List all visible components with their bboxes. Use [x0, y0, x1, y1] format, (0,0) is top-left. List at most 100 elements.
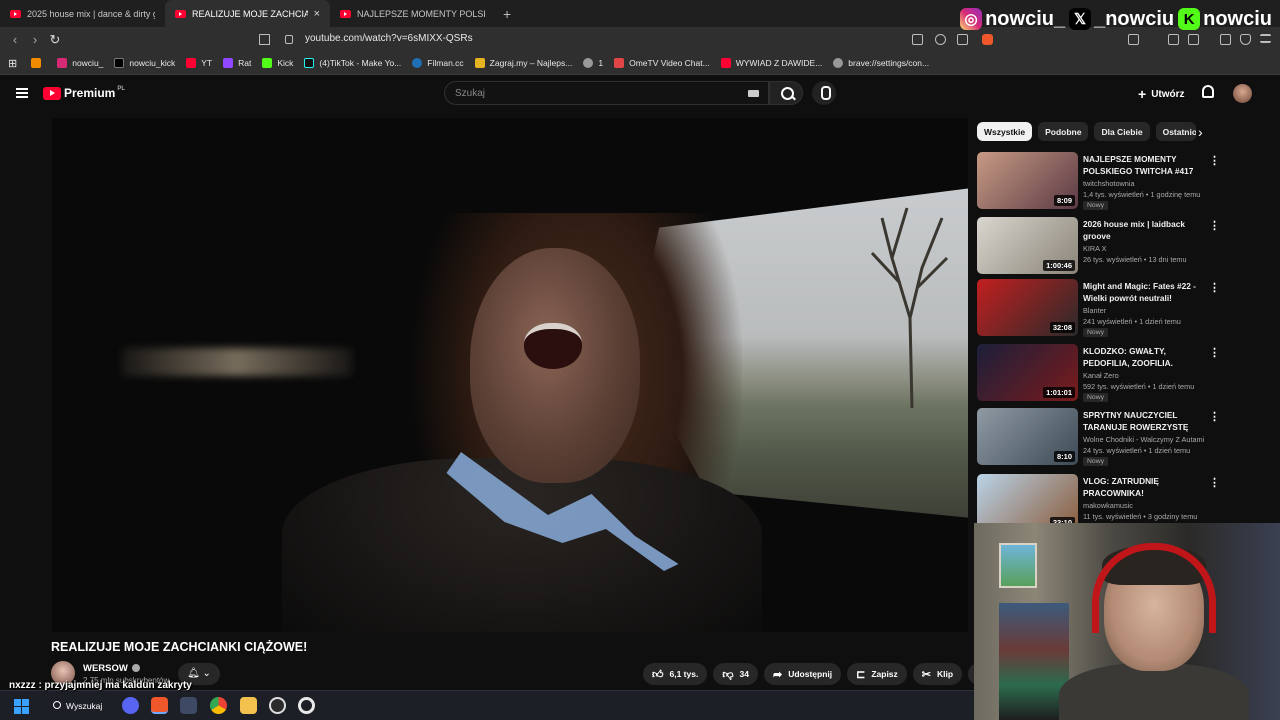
voice-search-icon[interactable] [812, 81, 836, 105]
video-thumbnail[interactable]: 1:01:01 [977, 344, 1078, 401]
cast-icon[interactable] [912, 34, 923, 45]
video-title: REALIZUJE MOJE ZACHCIANKI CIĄŻOWE! [51, 640, 308, 654]
bookmark-item[interactable]: nowciu_ [57, 58, 103, 68]
recommendation-title[interactable]: Might and Magic: Fates #22 - Wielki powr… [1083, 280, 1207, 304]
more-options-icon[interactable]: ⋮ [1209, 281, 1220, 294]
bookmark-item[interactable]: 1 [583, 58, 603, 68]
browser-tab-3[interactable]: NAJLEPSZE MOMENTY POLSKIEGO T [330, 0, 495, 27]
app-ring-icon[interactable] [298, 697, 315, 714]
chip-for-you[interactable]: Dla Ciebie [1094, 122, 1150, 141]
bookmark-item[interactable]: nowciu_kick [114, 58, 175, 68]
chip-all[interactable]: Wszystkie [977, 122, 1033, 141]
zoom-icon[interactable] [935, 34, 946, 45]
browser-tab-1[interactable]: 2025 house mix | dance & dirty g [0, 0, 165, 27]
more-options-icon[interactable]: ⋮ [1209, 154, 1220, 167]
discord-icon[interactable] [122, 697, 139, 714]
obs-icon[interactable] [269, 697, 286, 714]
bookmark-item[interactable]: brave://settings/con... [833, 58, 929, 68]
recommendation-item[interactable]: 1:01:01 KLODZKO: GWAŁTY, PEDOFILIA, ZOOFI… [977, 344, 1220, 402]
file-explorer-icon[interactable] [240, 697, 257, 714]
more-options-icon[interactable]: ⋮ [1209, 219, 1220, 232]
more-options-icon[interactable]: ⋮ [1209, 410, 1220, 423]
recommendation-title[interactable]: VLOG: ZATRUDNIĘ PRACOWNIKA! [1083, 475, 1207, 499]
chip-related[interactable]: Podobne [1038, 122, 1089, 141]
bookmark-item[interactable]: Rat [223, 58, 251, 68]
webcam-wall-picture [999, 543, 1037, 588]
sidebar-icon[interactable] [1188, 34, 1199, 45]
channel-name[interactable]: WERSOW [83, 663, 140, 674]
hamburger-menu-icon[interactable] [16, 88, 28, 98]
recommendation-channel[interactable]: Wolne Chodniki - Walczymy Z Autami [1083, 435, 1204, 444]
bookmark-label: Kick [277, 58, 294, 68]
bookmark-item[interactable]: OmeTV Video Chat... [614, 58, 710, 68]
bookmark-item[interactable] [31, 58, 46, 68]
account-avatar[interactable] [1233, 84, 1252, 103]
music-icon[interactable] [1220, 34, 1231, 45]
site-info-icon[interactable] [285, 35, 293, 44]
bookmark-item[interactable]: Zagraj.my – Najleps... [474, 58, 572, 68]
windows-start-icon[interactable] [14, 699, 29, 714]
bookmark-item[interactable]: WYWIAD Z DAWIDE... [720, 58, 822, 68]
bookmark-item[interactable]: (4)TikTok - Make Yo... [304, 58, 401, 68]
recommendation-title[interactable]: KLODZKO: GWAŁTY, PEDOFILIA, ZOOFILIA. WS… [1083, 345, 1207, 369]
share-button[interactable]: ➦ Udostępnij [763, 663, 842, 685]
save-button[interactable]: ⊏ Zapisz [847, 663, 907, 685]
recommendation-channel[interactable]: makowkamusic [1083, 501, 1133, 510]
recommendation-item[interactable]: 8:09 NAJLEPSZE MOMENTY POLSKIEGO TWITCHA … [977, 152, 1220, 210]
chip-recent[interactable]: Ostatnio [1155, 122, 1196, 141]
youtube-logo[interactable]: Premium PL [43, 86, 125, 100]
recommendation-title[interactable]: SPRYTNY NAUCZYCIEL TARANUJE ROWERZYSTĘ P… [1083, 409, 1207, 433]
recommendation-channel[interactable]: twitchshotownia [1083, 179, 1135, 188]
address-bar[interactable]: youtube.com/watch?v=6sMIXX-QSRs [305, 33, 473, 44]
recommendation-item[interactable]: 1:00:46 2026 house mix | laidback groove K… [977, 217, 1220, 275]
menu-icon[interactable] [1260, 34, 1271, 43]
recommendation-item[interactable]: 32:08 Might and Magic: Fates #22 - Wielki… [977, 279, 1220, 337]
recommendation-channel[interactable]: Kanał Zero [1083, 371, 1119, 380]
recommendation-title[interactable]: 2026 house mix | laidback groove [1083, 218, 1207, 242]
bookmark-label: Filman.cc [427, 58, 464, 68]
reload-icon[interactable]: ↻ [45, 32, 65, 48]
search-input[interactable]: Szukaj [444, 81, 769, 105]
clip-button[interactable]: ✂ Klip [912, 663, 963, 685]
browser-tab-2[interactable]: REALIZUJE MOJE ZACHCIANKI × [165, 0, 330, 27]
keyboard-icon[interactable] [748, 90, 759, 97]
back-icon[interactable]: ‹ [5, 32, 25, 47]
brave-icon[interactable] [151, 697, 168, 714]
video-thumbnail[interactable]: 1:00:46 [977, 217, 1078, 274]
more-options-icon[interactable]: ⋮ [1209, 476, 1220, 489]
chrome-icon[interactable] [210, 697, 227, 714]
puzzle-icon[interactable] [1168, 34, 1179, 45]
create-button[interactable]: + Utwórz [1138, 86, 1185, 102]
extension-icon[interactable] [1128, 34, 1139, 45]
vpn-icon[interactable] [1240, 34, 1251, 45]
forward-icon[interactable]: › [25, 32, 45, 47]
video-thumbnail[interactable]: 8:09 [977, 152, 1078, 209]
recommendation-title[interactable]: NAJLEPSZE MOMENTY POLSKIEGO TWITCHA #417 [1083, 153, 1207, 177]
close-tab-icon[interactable]: × [314, 8, 320, 20]
bookmark-item[interactable]: YT [186, 58, 212, 68]
recommendation-channel[interactable]: Blanter [1083, 306, 1106, 315]
video-thumbnail[interactable]: 32:08 [977, 279, 1078, 336]
more-options-icon[interactable]: ⋮ [1209, 346, 1220, 359]
share-icon[interactable] [957, 34, 968, 45]
bookmark-item[interactable]: Filman.cc [412, 58, 464, 68]
app-icon[interactable] [180, 697, 197, 714]
apps-icon[interactable]: ⊞ [8, 57, 17, 70]
recommendation-item[interactable]: 8:10 SPRYTNY NAUCZYCIEL TARANUJE ROWERZYS… [977, 408, 1220, 466]
recommendation-channel[interactable]: KIRA X [1083, 244, 1107, 253]
video-duration: 32:08 [1049, 322, 1075, 333]
new-tab-button[interactable]: + [495, 0, 519, 27]
notifications-bell-icon[interactable] [1202, 85, 1214, 98]
chips-next-icon[interactable]: › [1198, 124, 1203, 140]
video-player[interactable] [52, 118, 968, 632]
social-x: 𝕏 _nowciu [1069, 8, 1174, 31]
taskbar-search[interactable]: Wyszukaj [48, 696, 112, 716]
recommendation-meta: 24 tys. wyświetleń • 1 dzień temu [1083, 446, 1191, 455]
bookmark-item[interactable]: Kick [262, 58, 293, 68]
search-button[interactable] [769, 81, 803, 105]
video-thumbnail[interactable]: 8:10 [977, 408, 1078, 465]
like-button[interactable]: 👍︎ 6,1 tys. [643, 663, 708, 685]
brave-shield-icon[interactable] [982, 34, 993, 45]
bookmark-icon[interactable] [259, 34, 270, 45]
dislike-button[interactable]: 👎︎ 34 [713, 663, 758, 685]
